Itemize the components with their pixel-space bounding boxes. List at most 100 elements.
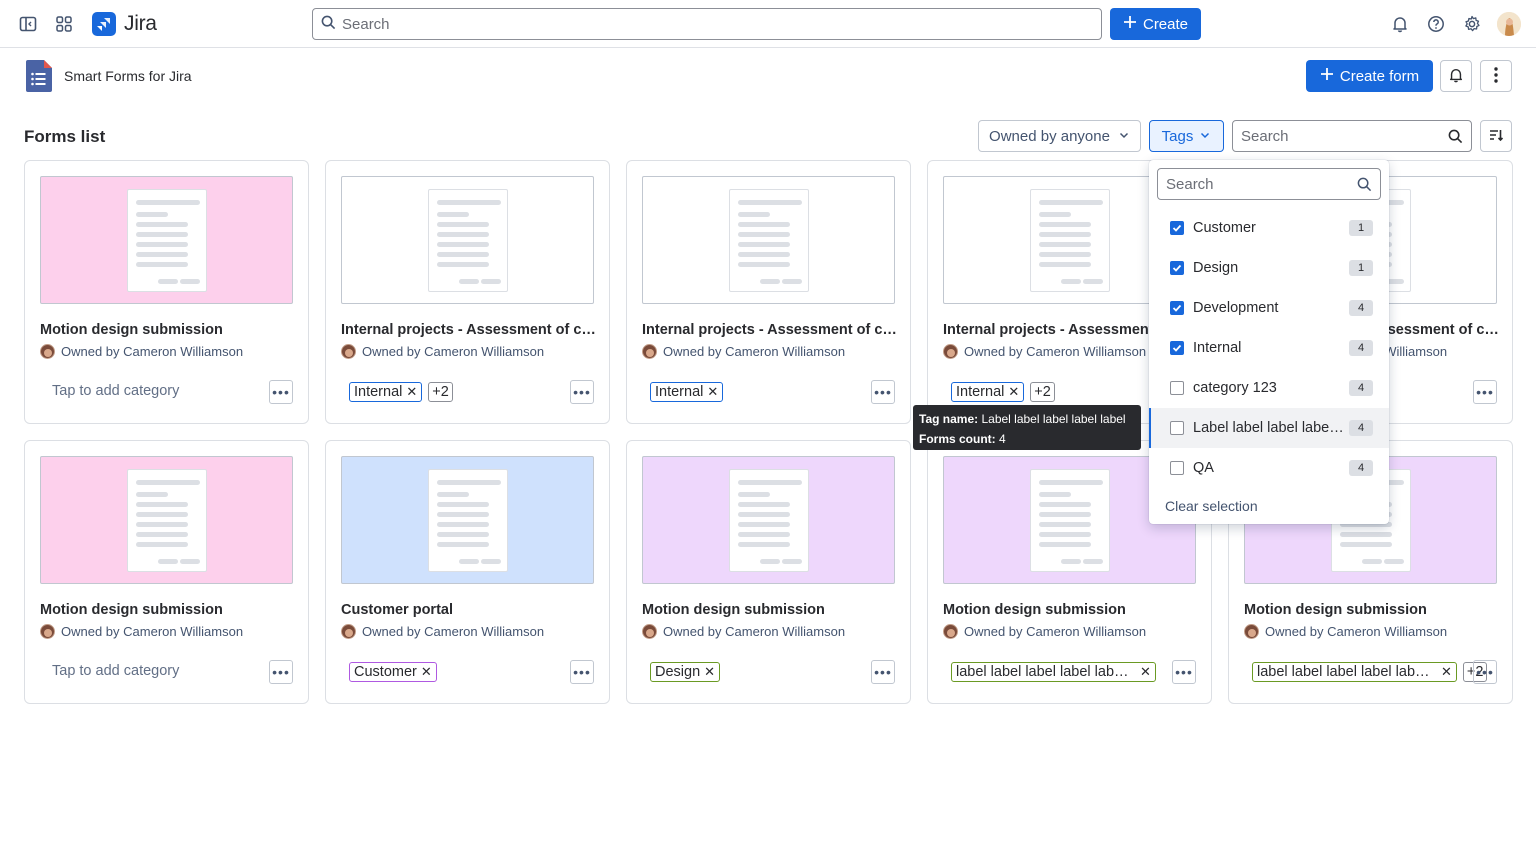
card-more-button[interactable]: ••• bbox=[570, 380, 594, 404]
card-more-button[interactable]: ••• bbox=[1473, 660, 1497, 684]
help-icon[interactable] bbox=[1424, 12, 1448, 36]
paper-line bbox=[738, 492, 770, 497]
tag-option-checkbox[interactable] bbox=[1170, 221, 1184, 235]
tag-option-checkbox[interactable] bbox=[1170, 461, 1184, 475]
remove-tag-icon[interactable]: ✕ bbox=[707, 384, 718, 400]
app-title: Smart Forms for Jira bbox=[64, 68, 192, 84]
form-preview-paper bbox=[428, 189, 508, 292]
global-search-input[interactable] bbox=[342, 15, 1042, 33]
form-thumbnail[interactable] bbox=[642, 176, 895, 304]
form-card[interactable]: Motion design submission Owned by Cameron… bbox=[24, 160, 309, 424]
tag-chip[interactable]: Internal ✕ bbox=[650, 382, 724, 402]
app-notifications-button[interactable] bbox=[1440, 60, 1472, 92]
more-horizontal-icon: ••• bbox=[573, 384, 591, 400]
tag-chip[interactable]: Internal ✕ bbox=[951, 382, 1025, 402]
card-more-button[interactable]: ••• bbox=[269, 380, 293, 404]
tag-option-checkbox[interactable] bbox=[1170, 381, 1184, 395]
tag-option-checkbox[interactable] bbox=[1170, 421, 1184, 435]
remove-tag-icon[interactable]: ✕ bbox=[1441, 664, 1452, 680]
paper-line bbox=[136, 252, 188, 257]
sidebar-toggle-icon[interactable] bbox=[16, 12, 40, 36]
card-more-button[interactable]: ••• bbox=[871, 660, 895, 684]
notifications-icon[interactable] bbox=[1388, 12, 1412, 36]
paper-line bbox=[738, 262, 790, 267]
tag-option-checkbox[interactable] bbox=[1170, 261, 1184, 275]
app-more-button[interactable] bbox=[1480, 60, 1512, 92]
form-card[interactable]: Internal projects - Assessment of capabi… bbox=[325, 160, 610, 424]
remove-tag-icon[interactable]: ✕ bbox=[421, 664, 432, 680]
create-button[interactable]: Create bbox=[1110, 8, 1201, 40]
paper-line bbox=[459, 279, 479, 284]
form-title[interactable]: Motion design submission bbox=[40, 322, 296, 338]
chevron-down-icon bbox=[1118, 128, 1130, 145]
paper-line bbox=[437, 522, 489, 527]
paper-line bbox=[738, 242, 790, 247]
remove-tag-icon[interactable]: ✕ bbox=[1008, 384, 1019, 400]
forms-search[interactable] bbox=[1232, 120, 1472, 152]
tag-chip[interactable]: Customer ✕ bbox=[349, 662, 437, 682]
owner-filter-select[interactable]: Owned by anyone bbox=[978, 120, 1141, 152]
remove-tag-icon[interactable]: ✕ bbox=[1140, 664, 1151, 680]
sort-button[interactable] bbox=[1480, 120, 1512, 152]
create-form-button[interactable]: Create form bbox=[1306, 60, 1433, 92]
tag-chip[interactable]: Internal ✕ bbox=[349, 382, 423, 402]
card-more-button[interactable]: ••• bbox=[871, 380, 895, 404]
form-thumbnail[interactable] bbox=[40, 176, 293, 304]
card-more-button[interactable]: ••• bbox=[1172, 660, 1196, 684]
more-horizontal-icon: ••• bbox=[1175, 664, 1193, 680]
tag-option-checkbox[interactable] bbox=[1170, 301, 1184, 315]
card-more-button[interactable]: ••• bbox=[1473, 380, 1497, 404]
tag-option-checkbox[interactable] bbox=[1170, 341, 1184, 355]
more-tags-badge[interactable]: +2 bbox=[428, 382, 453, 402]
form-title[interactable]: Motion design submission bbox=[1244, 602, 1500, 618]
tag-chip[interactable]: Design ✕ bbox=[650, 662, 721, 682]
tags-filter-select[interactable]: Tags bbox=[1149, 120, 1224, 152]
app-switcher-icon[interactable] bbox=[52, 12, 76, 36]
tag-chip[interactable]: label label label label label label✕ bbox=[1252, 662, 1457, 682]
form-card[interactable]: Customer portal Owned by Cameron Williams… bbox=[325, 440, 610, 704]
tag-option[interactable]: QA 4 bbox=[1149, 448, 1389, 488]
card-more-button[interactable]: ••• bbox=[570, 660, 594, 684]
form-thumbnail[interactable] bbox=[642, 456, 895, 584]
tooltip-count-key: Forms count: bbox=[919, 432, 996, 446]
tag-option[interactable]: Internal 4 bbox=[1149, 328, 1389, 368]
remove-tag-icon[interactable]: ✕ bbox=[704, 664, 715, 680]
user-avatar[interactable] bbox=[1497, 12, 1521, 36]
more-tags-badge[interactable]: +2 bbox=[1030, 382, 1055, 402]
add-category-link[interactable]: Tap to add category bbox=[52, 663, 179, 679]
tag-option[interactable]: Customer 1 bbox=[1149, 208, 1389, 248]
app-header: Smart Forms for Jira Create form bbox=[0, 49, 1536, 105]
form-title[interactable]: Internal projects - Assessment of capabi… bbox=[642, 322, 898, 338]
paper-line bbox=[1039, 480, 1103, 485]
jira-logo[interactable]: Jira bbox=[92, 12, 157, 36]
form-title[interactable]: Internal projects - Assessment of capabi… bbox=[341, 322, 597, 338]
form-card[interactable]: Motion design submission Owned by Cameron… bbox=[626, 440, 911, 704]
form-thumbnail[interactable] bbox=[341, 456, 594, 584]
forms-search-input[interactable] bbox=[1241, 127, 1437, 145]
settings-gear-icon[interactable] bbox=[1460, 12, 1484, 36]
tags-search[interactable] bbox=[1157, 168, 1381, 200]
owner-avatar bbox=[943, 624, 958, 639]
tags-search-input[interactable] bbox=[1166, 175, 1346, 193]
paper-line bbox=[136, 532, 188, 537]
add-category-link[interactable]: Tap to add category bbox=[52, 383, 179, 399]
remove-tag-icon[interactable]: ✕ bbox=[406, 384, 417, 400]
clear-selection-button[interactable]: Clear selection bbox=[1165, 498, 1258, 514]
form-thumbnail[interactable] bbox=[341, 176, 594, 304]
form-card[interactable]: Internal projects - Assessment of capabi… bbox=[626, 160, 911, 424]
form-title[interactable]: Motion design submission bbox=[642, 602, 898, 618]
paper-line bbox=[738, 212, 770, 217]
form-thumbnail[interactable] bbox=[40, 456, 293, 584]
tag-option[interactable]: Development 4 bbox=[1149, 288, 1389, 328]
tag-chip[interactable]: label label label label label label✕ bbox=[951, 662, 1156, 682]
tag-option[interactable]: Design 1 bbox=[1149, 248, 1389, 288]
form-title[interactable]: Customer portal bbox=[341, 602, 597, 618]
form-card[interactable]: Motion design submission Owned by Cameron… bbox=[24, 440, 309, 704]
tag-option[interactable]: category 123 4 bbox=[1149, 368, 1389, 408]
tag-option[interactable]: Label label label label label4 bbox=[1149, 408, 1389, 448]
card-more-button[interactable]: ••• bbox=[269, 660, 293, 684]
global-search[interactable] bbox=[312, 8, 1102, 40]
form-title[interactable]: Motion design submission bbox=[943, 602, 1199, 618]
owner-label: Owned by Cameron Williamson bbox=[1265, 624, 1448, 639]
form-title[interactable]: Motion design submission bbox=[40, 602, 296, 618]
